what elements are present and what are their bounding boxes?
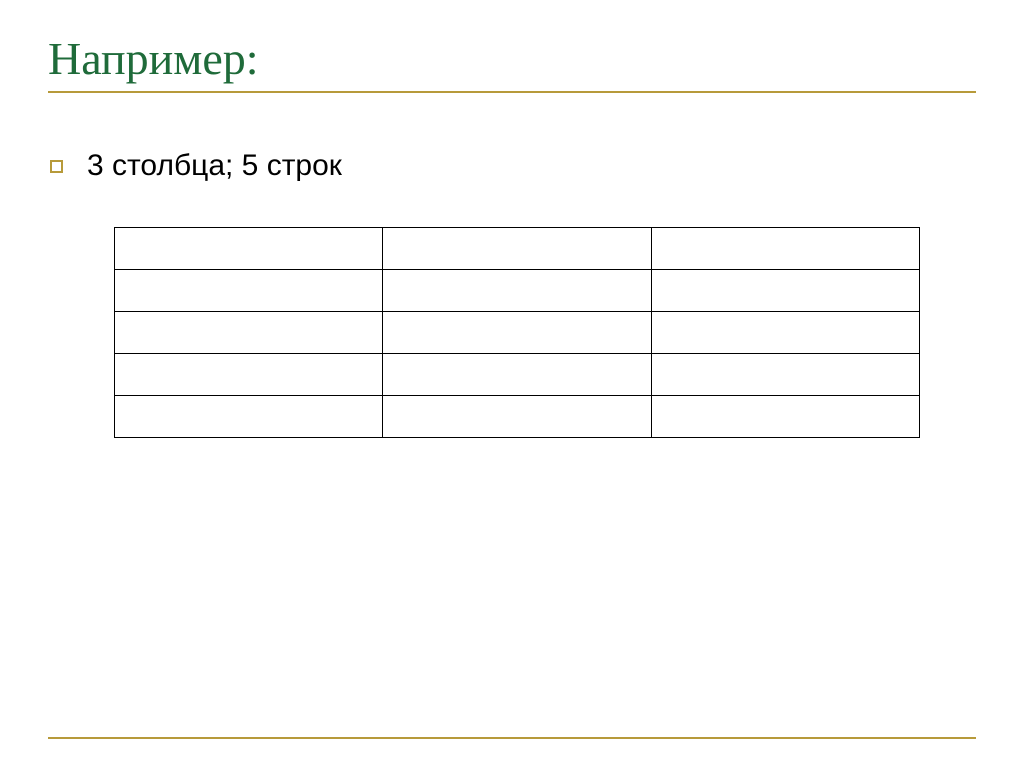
table-cell [115, 228, 383, 270]
table-row [115, 270, 920, 312]
square-bullet-icon [50, 160, 63, 173]
table-cell [115, 270, 383, 312]
bullet-text: 3 столбца; 5 строк [87, 149, 342, 183]
slide-title: Например: [36, 32, 988, 85]
footer-rule [48, 737, 976, 739]
table-row [115, 396, 920, 438]
table-cell [651, 228, 919, 270]
table-body [115, 228, 920, 438]
bullet-item: 3 столбца; 5 строк [50, 149, 988, 183]
table-cell [383, 312, 651, 354]
table-cell [651, 270, 919, 312]
table-row [115, 354, 920, 396]
table-cell [383, 270, 651, 312]
table-cell [651, 354, 919, 396]
table-row [115, 228, 920, 270]
table-row [115, 312, 920, 354]
table-cell [651, 312, 919, 354]
table-cell [383, 354, 651, 396]
table-cell [115, 354, 383, 396]
title-underline [48, 91, 976, 93]
slide-container: Например: 3 столбца; 5 строк [0, 0, 1024, 767]
table-cell [115, 312, 383, 354]
table-cell [115, 396, 383, 438]
example-table [114, 227, 920, 438]
example-table-wrapper [114, 227, 920, 438]
table-cell [383, 396, 651, 438]
table-cell [651, 396, 919, 438]
table-cell [383, 228, 651, 270]
